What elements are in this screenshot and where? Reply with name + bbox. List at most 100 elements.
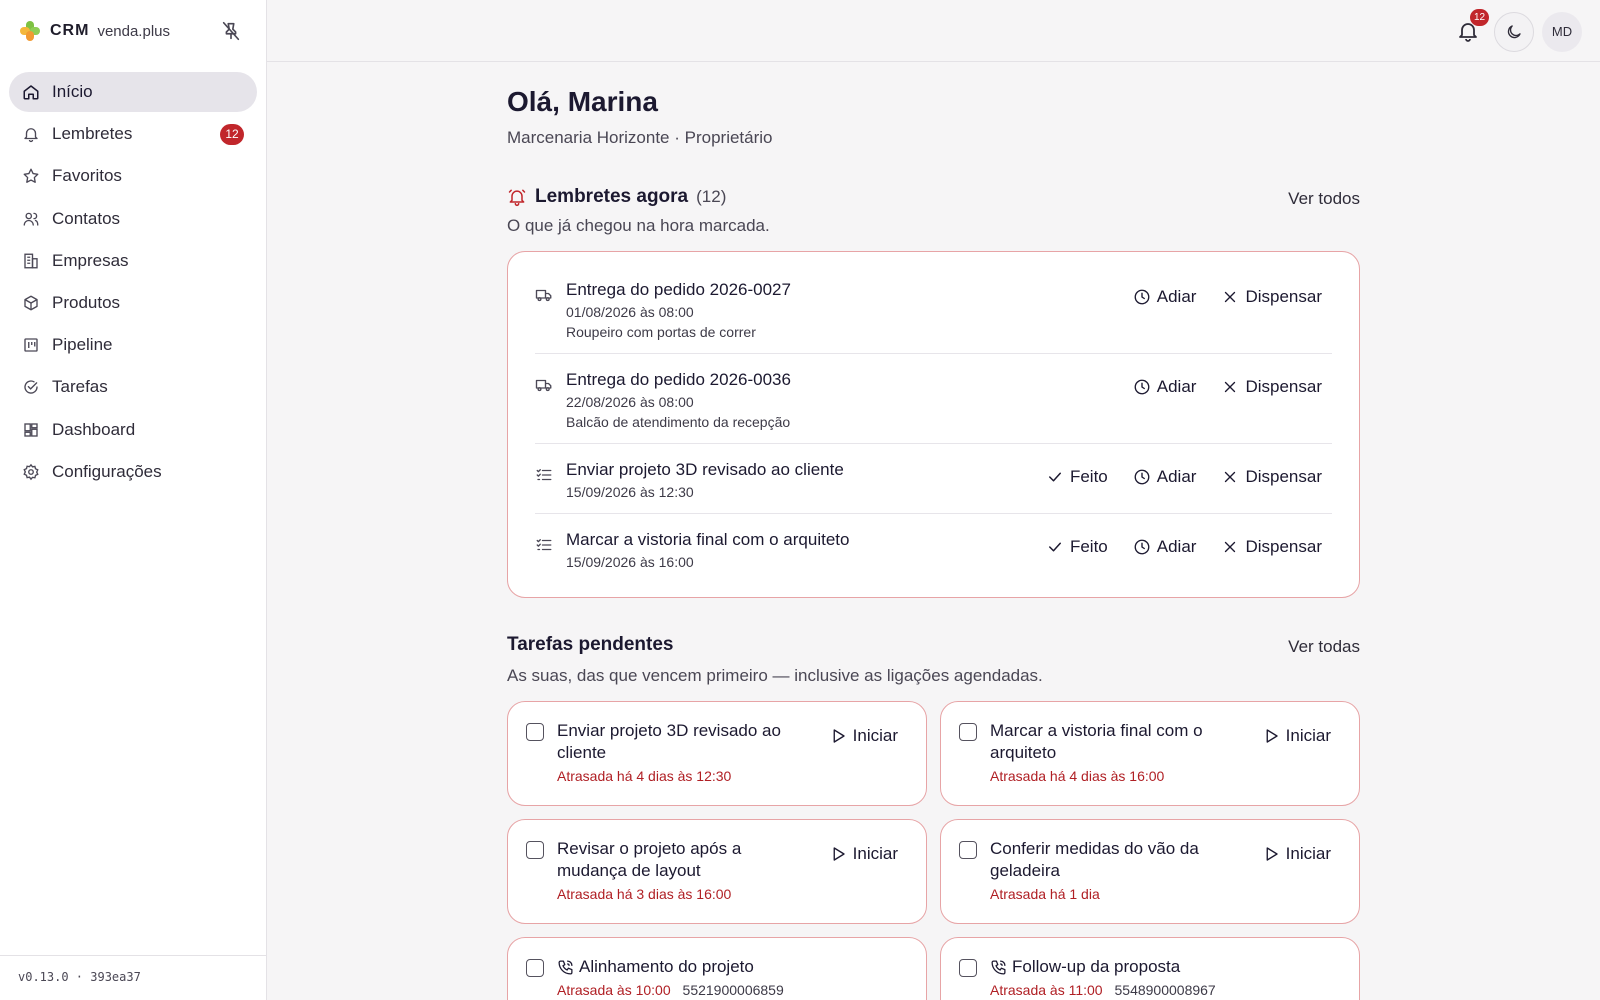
brand-site: venda.plus (97, 22, 170, 40)
snooze-button[interactable]: Adiar (1133, 377, 1197, 397)
task-checkbox[interactable] (526, 723, 544, 741)
done-button[interactable]: Feito (1046, 467, 1108, 487)
logo-icon (20, 21, 40, 41)
reminders-title: Lembretes agora (12) (507, 186, 1360, 208)
reminder-actions: Adiar Dispensar (1108, 287, 1322, 307)
version-info: v0.13.0 · 393ea37 (0, 955, 266, 1000)
task-checkbox[interactable] (959, 723, 977, 741)
snooze-button[interactable]: Adiar (1133, 537, 1196, 557)
call-task-card[interactable]: Follow-up da proposta Atrasada às 11:00 … (940, 937, 1360, 1000)
tasks-title: Tarefas pendentes (507, 634, 674, 655)
start-task-button[interactable]: Iniciar (1262, 844, 1331, 864)
task-overdue-label: Atrasada há 4 dias às 12:30 (557, 768, 732, 784)
users-icon (23, 212, 39, 226)
snooze-button[interactable]: Adiar (1133, 287, 1196, 307)
unpin-icon[interactable] (220, 20, 242, 42)
topbar: 12 MD (267, 0, 1600, 62)
task-title: Enviar projeto 3D revisado ao cliente (557, 721, 781, 762)
tasks-description: As suas, das que vencem primeiro — inclu… (507, 666, 1043, 685)
notifications-badge: 12 (1470, 9, 1489, 26)
dismiss-button[interactable]: Dispensar (1221, 377, 1322, 397)
phone-call-icon (558, 959, 573, 975)
truck-icon (535, 289, 552, 302)
dismiss-button[interactable]: Dispensar (1221, 287, 1322, 307)
call-task-card[interactable]: Alinhamento do projeto Atrasada às 10:00… (507, 937, 927, 1000)
dismiss-button[interactable]: Dispensar (1221, 467, 1322, 487)
sidebar-item-contatos[interactable]: Contatos (9, 199, 257, 239)
reminder-title: Marcar a vistoria final com o arquiteto (566, 530, 850, 549)
start-task-button[interactable]: Iniciar (829, 844, 898, 864)
clock-icon (1134, 539, 1150, 555)
task-card[interactable]: Enviar projeto 3D revisado ao cliente At… (507, 701, 927, 806)
sidebar-item-produtos[interactable]: Produtos (9, 283, 257, 323)
sidebar-item-configuracoes[interactable]: Configurações (9, 452, 257, 492)
sidebar-nav: Início Lembretes 12 Favoritos Contatos E… (9, 72, 257, 494)
play-icon (1266, 729, 1278, 743)
sidebar-item-label: Pipeline (52, 335, 113, 355)
reminder-date: 01/08/2026 às 08:00 (566, 304, 694, 320)
sidebar-item-favoritos[interactable]: Favoritos (9, 156, 257, 196)
snooze-label: Adiar (1156, 467, 1197, 486)
call-title-text: Follow-up da proposta (1012, 957, 1181, 976)
task-card[interactable]: Revisar o projeto após a mudança de layo… (507, 819, 927, 924)
call-phone-number[interactable]: 5521900006859 (683, 982, 784, 998)
start-label: Iniciar (852, 844, 898, 863)
page-title: Olá, Marina (507, 86, 658, 117)
close-icon (1225, 291, 1236, 303)
reminder-title: Entrega do pedido 2026-0036 (566, 370, 791, 389)
sidebar-item-lembretes[interactable]: Lembretes 12 (9, 114, 257, 154)
sidebar-item-inicio[interactable]: Início (9, 72, 257, 112)
reminder-date: 15/09/2026 às 12:30 (566, 484, 694, 500)
dismiss-button[interactable]: Dispensar (1221, 537, 1322, 557)
start-task-button[interactable]: Iniciar (829, 726, 898, 746)
sidebar-item-label: Configurações (52, 461, 162, 481)
page-subtitle: Marcenaria Horizonte · Proprietário (507, 128, 773, 147)
start-task-button[interactable]: Iniciar (1262, 726, 1331, 746)
sidebar-item-pipeline[interactable]: Pipeline (9, 325, 257, 365)
sidebar-item-label: Tarefas (52, 377, 108, 397)
close-icon (1225, 541, 1236, 553)
start-label: Iniciar (1285, 726, 1331, 745)
reminder-actions: Feito Adiar Dispensar (1021, 467, 1322, 487)
sidebar-item-label: Favoritos (52, 166, 122, 186)
task-checkbox[interactable] (526, 841, 544, 859)
user-avatar[interactable]: MD (1542, 12, 1582, 52)
call-meta: Atrasada às 10:00 5521900006859 (557, 982, 784, 998)
task-checkbox[interactable] (959, 959, 977, 977)
call-phone-number[interactable]: 5548900008967 (1115, 982, 1216, 998)
reminder-description: Balcão de atendimento da recepção (566, 414, 791, 430)
reminder-row: Entrega do pedido 2026-0036 22/08/2026 à… (535, 364, 1332, 444)
done-label: Feito (1069, 537, 1108, 556)
sidebar-item-empresas[interactable]: Empresas (9, 241, 257, 281)
snooze-label: Adiar (1156, 377, 1197, 396)
reminder-title: Entrega do pedido 2026-0027 (566, 280, 791, 299)
reminders-view-all-link[interactable]: Ver todos (1288, 189, 1360, 209)
task-title: Marcar a vistoria final com o arquiteto (990, 721, 1203, 762)
task-title: Revisar o projeto após a mudança de layo… (557, 839, 742, 880)
done-button[interactable]: Feito (1046, 537, 1108, 557)
task-overdue-label: Atrasada há 1 dia (990, 886, 1100, 902)
snooze-button[interactable]: Adiar (1133, 467, 1197, 487)
sidebar-item-label: Lembretes (52, 124, 133, 144)
sidebar-item-dashboard[interactable]: Dashboard (9, 410, 257, 450)
call-title-text: Alinhamento do projeto (579, 957, 754, 976)
task-title: Conferir medidas do vão da geladeira (990, 839, 1199, 880)
truck-icon (535, 379, 552, 392)
task-card[interactable]: Conferir medidas do vão da geladeira Atr… (940, 819, 1360, 924)
theme-toggle-button[interactable] (1494, 12, 1534, 52)
tasks-view-all-link[interactable]: Ver todas (1288, 637, 1360, 657)
reminder-title: Enviar projeto 3D revisado ao cliente (566, 460, 844, 479)
star-icon (23, 168, 39, 184)
task-checkbox[interactable] (959, 841, 977, 859)
brand[interactable]: CRM venda.plus (18, 18, 248, 44)
task-card[interactable]: Marcar a vistoria final com o arquiteto … (940, 701, 1360, 806)
reminder-row: Marcar a vistoria final com o arquiteto … (535, 524, 1332, 584)
reminder-actions: Adiar Dispensar (1108, 377, 1322, 397)
call-overdue-label: Atrasada às 11:00 (990, 982, 1103, 998)
home-icon (23, 85, 39, 100)
reminder-row: Enviar projeto 3D revisado ao cliente 15… (535, 454, 1332, 514)
reminder-row: Entrega do pedido 2026-0027 01/08/2026 à… (535, 274, 1332, 354)
task-checkbox[interactable] (526, 959, 544, 977)
sidebar-item-tarefas[interactable]: Tarefas (9, 367, 257, 407)
check-icon (1048, 542, 1061, 552)
